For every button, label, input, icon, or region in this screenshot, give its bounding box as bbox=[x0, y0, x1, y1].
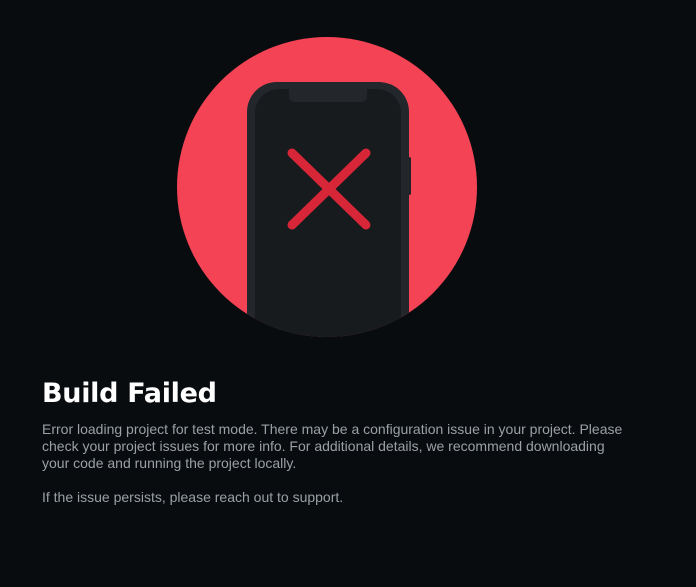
build-failed-page: Build Failed Error loading project for t… bbox=[0, 0, 696, 587]
phone-error-icon bbox=[177, 37, 477, 337]
phone-icon bbox=[247, 82, 411, 337]
support-note: If the issue persists, please reach out … bbox=[42, 489, 344, 505]
error-title: Build Failed bbox=[42, 378, 217, 409]
error-description: Error loading project for test mode. The… bbox=[42, 421, 623, 471]
error-message: Error loading project for test mode. The… bbox=[42, 421, 632, 506]
phone-error-illustration bbox=[177, 37, 477, 337]
